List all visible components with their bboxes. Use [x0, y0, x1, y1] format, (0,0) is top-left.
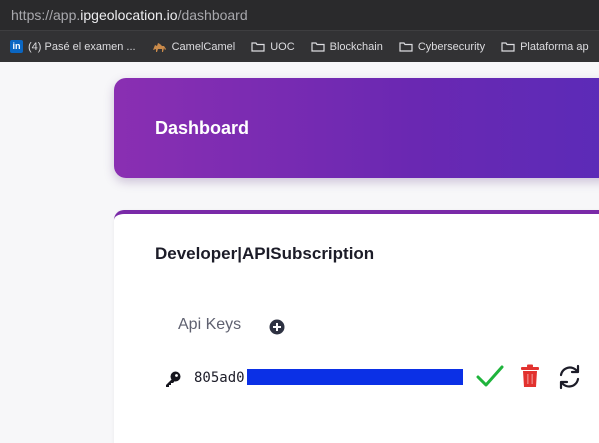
bookmark-label: (4) Pasé el examen ... — [28, 40, 136, 53]
redaction-bar — [247, 369, 463, 385]
api-key-value: 805ad0 — [194, 370, 245, 386]
folder-icon — [251, 42, 265, 52]
refresh-icon[interactable] — [557, 364, 582, 390]
url-host: ipgeolocation.io — [80, 7, 178, 23]
folder-icon — [501, 42, 515, 52]
linkedin-icon: in — [10, 40, 23, 53]
bookmark-label: Blockchain — [329, 40, 383, 53]
bookmark-label: UOC — [270, 40, 295, 53]
bookmark-label: Cybersecurity — [417, 40, 486, 53]
add-api-key-button[interactable] — [269, 319, 285, 335]
bookmark-label: Plataforma ap — [520, 40, 589, 53]
subscription-card: Developer|APISubscription Api Keys 805ad… — [114, 210, 599, 443]
key-icon — [166, 371, 181, 387]
bookmark-cybersecurity[interactable]: Cybersecurity — [389, 31, 491, 62]
check-icon[interactable] — [476, 364, 504, 390]
bookmarks-bar: in (4) Pasé el examen ... CamelCamel UOC… — [0, 30, 599, 62]
folder-icon — [311, 42, 325, 52]
address-bar[interactable]: https://app.ipgeolocation.io/dashboard — [0, 0, 599, 30]
url-path: /dashboard — [177, 7, 248, 23]
folder-icon — [399, 42, 413, 52]
delete-key-button[interactable] — [520, 364, 540, 388]
page-title: Dashboard — [155, 118, 250, 138]
subscription-title: Developer|APISubscription — [155, 244, 375, 263]
bookmark-blockchain[interactable]: Blockchain — [301, 31, 389, 62]
page-content: Dashboard Developer|APISubscription Api … — [0, 62, 599, 443]
bookmark-camelcamel[interactable]: CamelCamel — [142, 31, 242, 62]
camel-icon — [152, 42, 166, 52]
bookmark-uoc[interactable]: UOC — [241, 31, 300, 62]
bookmark-label: CamelCamel — [171, 40, 236, 53]
dashboard-header: Dashboard — [114, 78, 599, 178]
api-keys-label: Api Keys — [178, 316, 242, 333]
api-key-row: 805ad0 — [114, 364, 599, 394]
url-prefix: https://app. — [11, 7, 81, 23]
bookmark-linkedin[interactable]: in (4) Pasé el examen ... — [0, 31, 142, 62]
bookmark-plataforma[interactable]: Plataforma ap — [491, 31, 594, 62]
